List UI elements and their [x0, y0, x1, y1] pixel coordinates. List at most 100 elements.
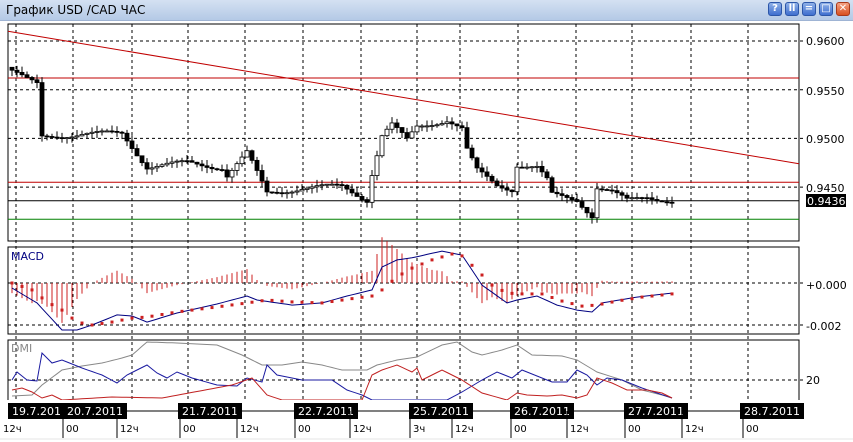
dmi-series	[11, 341, 673, 401]
candle-body	[604, 189, 610, 191]
signal-dot	[440, 255, 444, 259]
macd-tick: -0.002	[806, 320, 841, 333]
candle-body	[519, 166, 525, 169]
candle-body	[234, 163, 240, 171]
date-label: 20.7.2011	[67, 405, 123, 418]
candle-body	[484, 171, 490, 177]
candle-body	[559, 193, 565, 196]
candle-body	[269, 191, 275, 194]
signal-dot	[250, 300, 254, 304]
signal-dot	[320, 301, 324, 305]
signal-dot	[600, 302, 604, 306]
candle-body	[469, 147, 475, 159]
signal-dot	[430, 258, 434, 262]
hour-label: 12ч	[3, 424, 22, 435]
signal-dot	[60, 308, 64, 312]
signal-dot	[390, 279, 394, 283]
dmi-label: DMI	[11, 342, 32, 355]
signal-dot	[450, 252, 454, 256]
signal-dot	[560, 299, 564, 303]
candle-body	[119, 131, 125, 134]
candle-body	[554, 191, 560, 195]
candle-body	[239, 156, 245, 165]
candle-body	[194, 161, 200, 165]
candle-body	[59, 137, 65, 139]
signal-dot	[290, 300, 294, 304]
close-button[interactable]: ✕	[836, 2, 850, 16]
candle-body	[654, 199, 660, 202]
date-label: 21.7.2011	[182, 405, 238, 418]
candle-body	[284, 192, 290, 195]
candle-body	[184, 160, 190, 163]
pause-button[interactable]: ll	[785, 2, 799, 16]
signal-dot	[370, 294, 374, 298]
macd-series	[10, 237, 674, 331]
signal-dot	[190, 308, 194, 312]
signal-dot	[330, 300, 334, 304]
help-button[interactable]: ?	[768, 2, 782, 16]
candle-body	[584, 206, 590, 214]
minimize-button[interactable]: =	[802, 2, 816, 16]
candle-body	[34, 79, 40, 83]
dmi-tick: 20	[806, 374, 820, 387]
signal-dot	[520, 292, 524, 296]
candle-body	[124, 132, 130, 142]
signal-dot	[400, 272, 404, 276]
signal-dot	[460, 254, 464, 258]
candle-body	[379, 135, 385, 157]
date-label: 28.7.2011	[744, 405, 800, 418]
candle-body	[19, 71, 25, 76]
maximize-button[interactable]: □	[819, 2, 833, 16]
level-lines	[7, 30, 800, 220]
signal-dot	[240, 302, 244, 306]
candle-body	[169, 161, 175, 164]
candle-body	[84, 132, 90, 135]
candle-body	[189, 160, 195, 163]
signal-dot	[210, 306, 214, 310]
candle-body	[299, 189, 305, 192]
candle-body	[314, 185, 320, 188]
candle-body	[424, 125, 430, 128]
candle-body	[134, 148, 140, 157]
signal-dot	[80, 321, 84, 325]
signal-dot	[590, 303, 594, 307]
current-price: 0.9436	[807, 195, 846, 208]
candle-body	[204, 165, 210, 168]
signal-dot	[140, 315, 144, 319]
signal-dot	[660, 293, 664, 297]
candle-body	[349, 188, 355, 194]
candle-body	[369, 175, 375, 203]
candle-body	[334, 183, 340, 186]
candle-body	[644, 197, 650, 200]
date-label: 25.7.2011	[413, 405, 469, 418]
signal-dot	[410, 266, 414, 270]
signal-dot	[650, 294, 654, 298]
signal-dot	[300, 300, 304, 304]
candle-body	[24, 74, 30, 78]
candle-body	[524, 166, 530, 169]
chart-canvas[interactable]: MACD DMI 0.9600 0.9550 0.9500 0.9450 0.9…	[0, 20, 853, 442]
signal-dot	[110, 320, 114, 324]
candle-body	[199, 163, 205, 167]
price-tick: 0.9550	[806, 85, 845, 98]
candle-body	[209, 167, 215, 170]
signal-dot	[200, 307, 204, 311]
candle-body	[309, 186, 315, 189]
candle-body	[29, 77, 35, 81]
candle-body	[224, 169, 230, 178]
candle-body	[359, 196, 365, 201]
hour-label: 12ч	[685, 424, 704, 435]
candle-body	[409, 131, 415, 139]
signal-dot	[310, 301, 314, 305]
price-tick: 0.9450	[806, 182, 845, 195]
signal-dot	[150, 314, 154, 318]
candle-body	[244, 150, 250, 158]
signal-dot	[40, 296, 44, 300]
candle-body	[534, 166, 540, 168]
grid	[8, 24, 806, 410]
window-titlebar: График USD /CAD ЧАС ? ll = □ ✕	[0, 0, 853, 21]
signal-dot	[470, 263, 474, 267]
candle-body	[389, 122, 395, 130]
signal-dot	[70, 316, 74, 320]
candle-body	[164, 162, 170, 166]
